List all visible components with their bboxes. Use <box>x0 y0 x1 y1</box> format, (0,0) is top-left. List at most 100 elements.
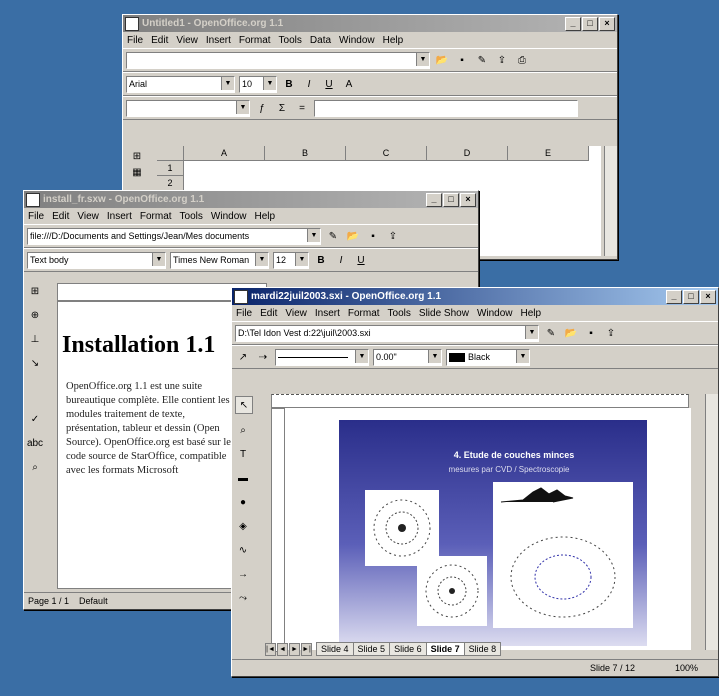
curve-icon[interactable]: ∿ <box>235 542 251 558</box>
tab-slide-4[interactable]: Slide 4 <box>316 642 354 656</box>
menu-view[interactable]: View <box>176 35 198 46</box>
line-width-field[interactable]: 0.00" ▼ <box>373 348 442 366</box>
menu-insert[interactable]: Insert <box>206 35 231 46</box>
export-icon[interactable]: ⇪ <box>385 228 401 244</box>
vertical-ruler[interactable] <box>271 408 285 652</box>
column-header-e[interactable]: E <box>508 146 589 161</box>
font-size-field[interactable]: 12 ▼ <box>273 251 309 269</box>
text-icon[interactable]: T <box>235 446 251 462</box>
column-header-b[interactable]: B <box>265 146 346 161</box>
menu-insert[interactable]: Insert <box>315 308 340 319</box>
italic-button[interactable]: I <box>301 76 317 92</box>
menu-file[interactable]: File <box>236 308 252 319</box>
line-color-field[interactable]: Black ▼ <box>446 348 530 366</box>
chevron-down-icon[interactable]: ▼ <box>355 349 368 363</box>
chevron-down-icon[interactable]: ▼ <box>152 252 165 266</box>
line-icon[interactable]: ↗ <box>235 349 251 365</box>
corner-cell[interactable] <box>157 146 184 161</box>
chevron-down-icon[interactable]: ▼ <box>428 349 441 363</box>
rectangle-icon[interactable]: ▬ <box>235 470 251 486</box>
chevron-down-icon[interactable]: ▼ <box>263 76 276 90</box>
formula-input[interactable] <box>314 99 578 117</box>
menu-insert[interactable]: Insert <box>107 211 132 222</box>
bold-button[interactable]: B <box>281 76 297 92</box>
row-header-1[interactable]: 1 <box>157 161 184 176</box>
font-name-field[interactable]: Arial ▼ <box>126 75 235 93</box>
menu-tools[interactable]: Tools <box>180 211 203 222</box>
open-icon[interactable]: 📂 <box>345 228 361 244</box>
chevron-down-icon[interactable]: ▼ <box>236 100 249 114</box>
tab-slide-5[interactable]: Slide 5 <box>352 642 391 656</box>
horizontal-ruler[interactable] <box>271 394 689 408</box>
url-field[interactable]: D:\Tel Idon Vest d:22\juil\2003.sxi ▼ <box>235 324 539 342</box>
chevron-down-icon[interactable]: ▼ <box>307 228 320 242</box>
print-icon[interactable]: ⎙ <box>514 52 530 68</box>
slide[interactable]: 4. Etude de couches minces mesures par C… <box>339 420 647 646</box>
menu-slideshow[interactable]: Slide Show <box>419 308 469 319</box>
save-icon[interactable]: ▪ <box>583 325 599 341</box>
menu-help[interactable]: Help <box>383 35 404 46</box>
ellipse-icon[interactable]: ● <box>235 494 251 510</box>
menu-data[interactable]: Data <box>310 35 331 46</box>
tab-slide-7[interactable]: Slide 7 <box>425 642 465 656</box>
connector-icon[interactable]: → <box>235 566 251 582</box>
first-slide-button[interactable]: |◄ <box>265 642 276 656</box>
calc-vertical-scrollbar[interactable] <box>604 146 617 256</box>
export-icon[interactable]: ⇪ <box>494 52 510 68</box>
menu-edit[interactable]: Edit <box>151 35 168 46</box>
url-field[interactable]: ▼ <box>126 51 430 69</box>
edit-icon[interactable]: ✎ <box>474 52 490 68</box>
maximize-button[interactable]: □ <box>443 192 459 207</box>
name-box[interactable]: ▼ <box>126 99 250 117</box>
menu-help[interactable]: Help <box>254 211 275 222</box>
close-button[interactable]: × <box>599 16 615 31</box>
last-slide-button[interactable]: ►| <box>301 642 312 656</box>
menu-edit[interactable]: Edit <box>260 308 277 319</box>
line-style-field[interactable]: ▼ <box>275 348 369 366</box>
menu-window[interactable]: Window <box>211 211 247 222</box>
export-icon[interactable]: ⇪ <box>603 325 619 341</box>
chevron-down-icon[interactable]: ▼ <box>295 252 308 266</box>
menu-window[interactable]: Window <box>339 35 375 46</box>
open-icon[interactable]: 📂 <box>563 325 579 341</box>
menu-tools[interactable]: Tools <box>279 35 302 46</box>
minimize-button[interactable]: _ <box>426 192 442 207</box>
column-header-c[interactable]: C <box>346 146 427 161</box>
maximize-button[interactable]: □ <box>683 289 699 304</box>
impress-titlebar[interactable]: mardi22juil2003.sxi - OpenOffice.org 1.1… <box>232 288 718 305</box>
menu-window[interactable]: Window <box>477 308 513 319</box>
column-header-d[interactable]: D <box>427 146 508 161</box>
navigator-icon[interactable]: ⊞ <box>27 283 43 299</box>
chevron-down-icon[interactable]: ▼ <box>221 76 234 90</box>
maximize-button[interactable]: □ <box>582 16 598 31</box>
chevron-down-icon[interactable]: ▼ <box>416 52 429 66</box>
chevron-down-icon[interactable]: ▼ <box>525 325 538 339</box>
font-size-field[interactable]: 10 ▼ <box>239 75 277 93</box>
bold-button[interactable]: B <box>313 252 329 268</box>
menu-format[interactable]: Format <box>348 308 380 319</box>
3d-object-icon[interactable]: ◈ <box>235 518 251 534</box>
chevron-down-icon[interactable]: ▼ <box>255 252 268 266</box>
url-field[interactable]: file:///D:/Documents and Settings/Jean/M… <box>27 227 321 245</box>
insert-icon[interactable]: ⊕ <box>27 307 43 323</box>
font-color-icon[interactable]: A <box>341 76 357 92</box>
menu-file[interactable]: File <box>28 211 44 222</box>
zoom-level[interactable]: 100% <box>675 663 698 673</box>
menu-tools[interactable]: Tools <box>388 308 411 319</box>
close-button[interactable]: × <box>700 289 716 304</box>
chart-icon[interactable]: ▦ <box>129 164 145 180</box>
save-icon[interactable]: ▪ <box>454 52 470 68</box>
next-slide-button[interactable]: ► <box>289 642 300 656</box>
font-name-field[interactable]: Times New Roman ▼ <box>170 251 269 269</box>
impress-canvas[interactable]: 4. Etude de couches minces mesures par C… <box>285 408 691 650</box>
open-icon[interactable]: 📂 <box>434 52 450 68</box>
effects-icon[interactable]: ⤳ <box>235 590 251 606</box>
column-header-a[interactable]: A <box>184 146 265 161</box>
form-icon[interactable]: ↘ <box>27 355 43 371</box>
menu-format[interactable]: Format <box>239 35 271 46</box>
menu-help[interactable]: Help <box>521 308 542 319</box>
menu-view[interactable]: View <box>77 211 99 222</box>
tab-slide-6[interactable]: Slide 6 <box>389 642 427 656</box>
menu-view[interactable]: View <box>285 308 307 319</box>
autospell-icon[interactable]: abc <box>27 435 43 451</box>
